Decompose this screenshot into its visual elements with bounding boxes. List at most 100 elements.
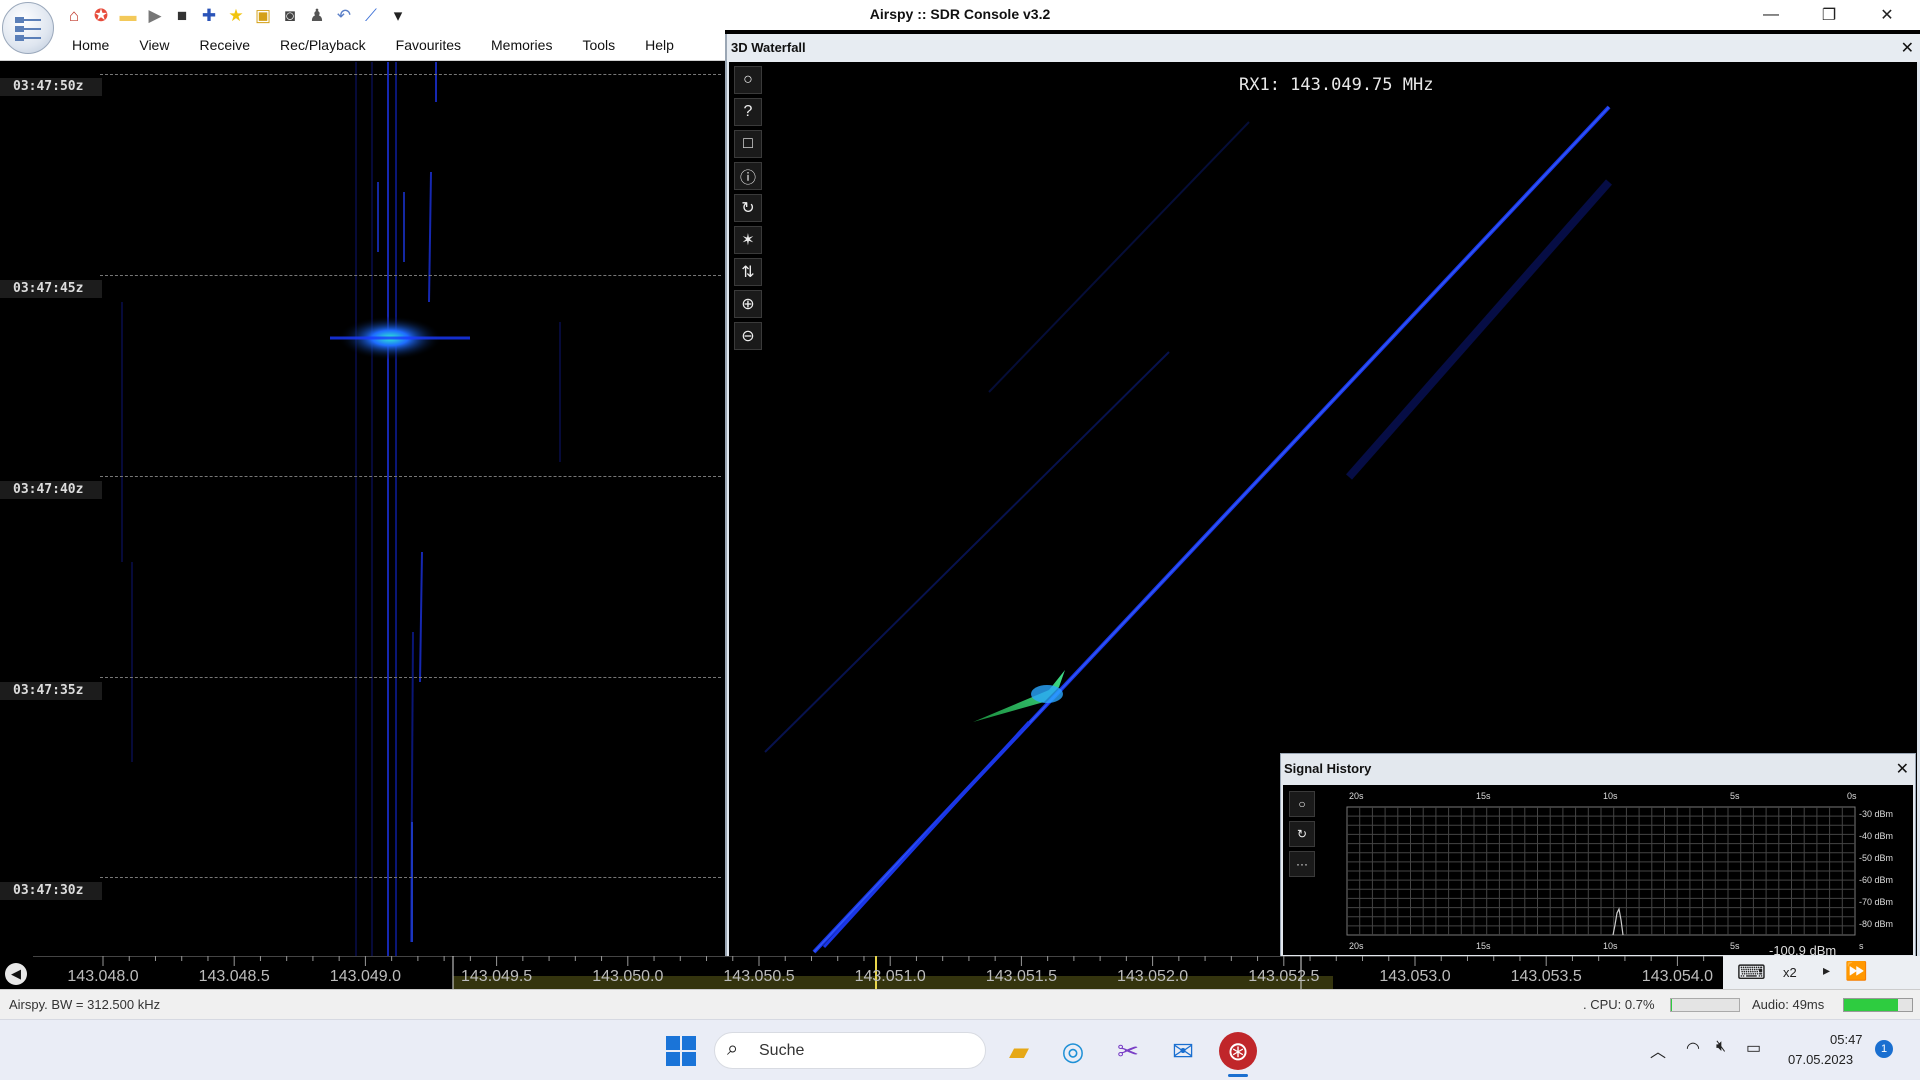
stop-icon[interactable]: ■ [170, 3, 194, 27]
waterfall-view[interactable]: 03:47:50z 03:47:45z 03:47:40z 03:47:35z … [0, 62, 723, 956]
spark-icon[interactable]: ✶ [734, 226, 762, 254]
keyboard-icon[interactable]: ⌨ [1737, 960, 1766, 985]
lifebuoy-icon[interactable]: ✪ [89, 3, 113, 27]
menu-home[interactable]: Home [57, 30, 124, 61]
frequency-label: 143.051.5 [985, 968, 1057, 985]
y-tick-label: -30 dBm [1859, 809, 1893, 819]
frequency-label: 143.048.5 [198, 968, 270, 985]
wifi-icon[interactable]: ◠ [1686, 1038, 1700, 1058]
speaker-muted-icon[interactable]: 🔇︎ [1716, 1038, 1726, 1056]
menu-help[interactable]: Help [630, 30, 689, 61]
scroll-left-icon[interactable]: ◀ [5, 963, 27, 985]
frequency-label: 143.050.5 [723, 968, 795, 985]
frequency-label: 143.048.0 [67, 968, 139, 985]
mail-icon[interactable]: ✉ [1164, 1032, 1202, 1070]
satellite-icon[interactable]: ♟ [305, 3, 329, 27]
restore-button[interactable]: ❐ [1806, 0, 1852, 30]
current-level-readout: -100.9 dBm [1769, 943, 1836, 955]
timestamp-label: 03:47:35z [0, 682, 102, 700]
panel-title: Signal History [1284, 761, 1372, 776]
swap-vertical-icon[interactable]: ⇅ [734, 258, 762, 286]
frequency-label: 143.049.0 [329, 968, 401, 985]
frequency-labels: 143.048.0 143.048.5 143.049.0 143.049.5 143.… [33, 956, 1723, 989]
help-icon[interactable]: ? [734, 98, 762, 126]
y-tick-label: -40 dBm [1859, 831, 1893, 841]
zoom-out-icon[interactable]: ⊖ [734, 322, 762, 350]
undo-icon[interactable]: ↶ [332, 3, 356, 27]
status-bar: Airspy. BW = 312.500 kHz . CPU: 0.7% Aud… [0, 989, 1920, 1019]
clock-date[interactable]: 07.05.2023 [1788, 1052, 1853, 1067]
signal-history-chart: 20s 15s 10s 5s 0s 20s 15s 10s 5s -30 dBm -40 dBm -5… [1346, 791, 1893, 955]
frequency-label: 143.054.0 [1641, 968, 1713, 985]
active-app-indicator [1228, 1074, 1248, 1077]
frequency-label: 143.052.5 [1248, 968, 1320, 985]
app-menu-button[interactable] [2, 2, 54, 54]
notification-badge[interactable]: 1 [1875, 1040, 1893, 1058]
timestamp-label: 03:47:45z [0, 280, 102, 298]
search-input[interactable]: ⌕ Suche [714, 1032, 986, 1069]
y-tick-label: -80 dBm [1859, 919, 1893, 929]
y-tick-label: -50 dBm [1859, 853, 1893, 863]
play-icon[interactable]: ▶ [143, 3, 167, 27]
snipping-tool-icon[interactable]: ✂ [1109, 1032, 1147, 1070]
menu-rec-playback[interactable]: Rec/Playback [265, 30, 381, 61]
zoom-dropdown[interactable]: x2 [1783, 965, 1797, 980]
x-tick-label: 5s [1730, 941, 1740, 951]
folder-icon[interactable]: ▬ [116, 3, 140, 27]
x-tick-label: 15s [1476, 791, 1491, 801]
cpu-meter [1670, 998, 1740, 1012]
close-panel-button[interactable]: ✕ [1896, 759, 1909, 779]
x-tick-label: 20s [1349, 791, 1364, 801]
zoom-in-icon[interactable]: ⊕ [734, 290, 762, 318]
edit-icon[interactable]: ⟋ [359, 3, 383, 27]
menu-tools[interactable]: Tools [567, 30, 630, 61]
clock-time[interactable]: 05:47 [1830, 1032, 1863, 1047]
menu-memories[interactable]: Memories [476, 30, 567, 61]
x-tick-label: 0s [1847, 791, 1857, 801]
frequency-scale[interactable]: ◀ 143.048.0 143.048.5 143.049.0 143.049.5 14… [0, 956, 1920, 989]
y-tick-label: -60 dBm [1859, 875, 1893, 885]
frequency-label: 143.049.5 [461, 968, 533, 985]
search-icon: ⌕ [727, 1038, 739, 1060]
home-icon[interactable]: ⌂ [62, 3, 86, 27]
timestamp-label: 03:47:40z [0, 481, 102, 499]
status-audio: Audio: 49ms [1752, 997, 1825, 1012]
battery-icon[interactable]: ▭ [1746, 1038, 1761, 1058]
menu-bar: Home View Receive Rec/Playback Favourite… [0, 30, 725, 61]
minimize-button[interactable]: — [1748, 0, 1794, 30]
rx-frequency-readout: RX1: 143.049.75 MHz [1239, 75, 1434, 95]
lock-icon[interactable]: ▣ [251, 3, 275, 27]
close-button[interactable]: ✕ [1864, 0, 1910, 30]
sdr-console-icon[interactable]: ⊛ [1219, 1032, 1257, 1070]
panel-header: 3D Waterfall ✕ [727, 34, 1920, 62]
quick-access-toolbar: ⌂ ✪ ▬ ▶ ■ ✚ ★ ▣ ◙ ♟ ↶ ⟋ ▾ [62, 3, 410, 27]
add-icon[interactable]: ✚ [197, 3, 221, 27]
forward-icon[interactable]: ⏩ [1845, 961, 1867, 982]
menu-view[interactable]: View [124, 30, 184, 61]
rotate-icon[interactable]: ↻ [734, 194, 762, 222]
timestamp-label: 03:47:30z [0, 882, 102, 900]
chevron-up-icon[interactable]: ︿ [1650, 1038, 1666, 1062]
start-icon[interactable] [662, 1032, 700, 1070]
customize-dropdown-icon[interactable]: ▾ [386, 3, 410, 27]
square-icon[interactable]: □ [734, 130, 762, 158]
file-explorer-icon[interactable]: ▰ [1000, 1032, 1038, 1070]
audio-meter [1843, 998, 1913, 1012]
edge-icon[interactable]: ◎ [1054, 1032, 1092, 1070]
frequency-label: 143.053.0 [1379, 968, 1451, 985]
frequency-label: 143.052.0 [1117, 968, 1189, 985]
menu-favourites[interactable]: Favourites [381, 30, 476, 61]
info-icon[interactable]: ⓘ [734, 162, 762, 190]
taskbar: ⌕ Suche ▰ ◎ ✂ ✉ ⊛ ︿ ◠ 🔇︎ ▭ 05:47 07.05.2… [0, 1019, 1920, 1080]
3d-toolbar: ○? □ ⓘ ↻ ✶ ⇅ ⊕ ⊖ [734, 66, 762, 354]
menu-receive[interactable]: Receive [184, 30, 265, 61]
x-tick-label: 10s [1603, 941, 1618, 951]
scale-controls: ⌨ x2 ▸ ⏩ [1723, 956, 1920, 989]
app-logo-icon [15, 17, 41, 41]
x-tick-label: 5s [1730, 791, 1740, 801]
arrow-icon[interactable]: ▸ [1823, 962, 1830, 979]
star-icon[interactable]: ★ [224, 3, 248, 27]
camera-icon[interactable]: ◙ [278, 3, 302, 27]
circle-icon[interactable]: ○ [734, 66, 762, 94]
close-panel-button[interactable]: ✕ [1901, 38, 1914, 58]
